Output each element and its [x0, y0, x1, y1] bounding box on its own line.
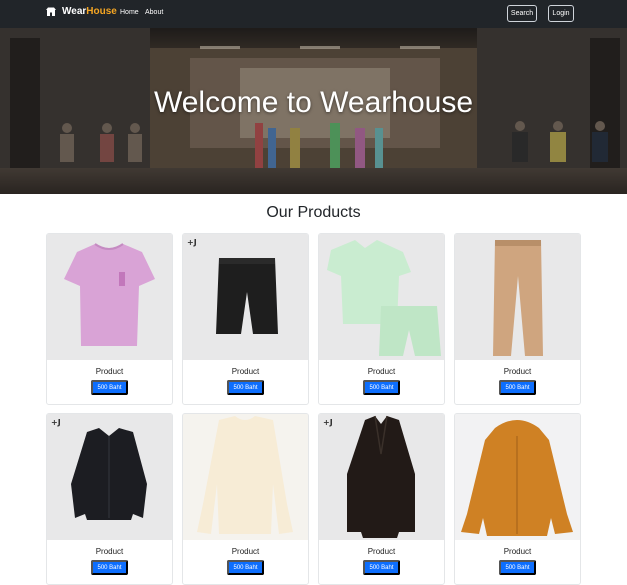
price-button[interactable]: 500 Baht	[227, 380, 264, 395]
product-card[interactable]: Product 500 Baht	[182, 413, 309, 585]
price-button[interactable]: 500 Baht	[227, 560, 264, 575]
navbar: WearHouse Home About Search Login	[0, 0, 627, 28]
price-button[interactable]: 500 Baht	[91, 560, 128, 575]
hero-title: Welcome to Wearhouse	[153, 86, 474, 119]
product-card[interactable]: +J Product 500 Baht	[46, 413, 173, 585]
product-name: Product	[367, 367, 396, 376]
product-image-black-coat[interactable]: +J	[319, 414, 444, 540]
brand-tag: +J	[51, 418, 61, 427]
product-card[interactable]: +J Product 500 Baht	[182, 233, 309, 405]
product-image-pink-tshirt[interactable]	[47, 234, 172, 360]
brand-tag: +J	[323, 418, 333, 427]
product-image-cream-sweater[interactable]	[183, 414, 308, 540]
brand-tag: +J	[187, 238, 197, 247]
product-name: Product	[367, 547, 396, 556]
search-button[interactable]: Search	[507, 5, 537, 22]
product-image-black-shirt-jacket[interactable]: +J	[47, 414, 172, 540]
product-card[interactable]: Product 500 Baht	[454, 413, 581, 585]
price-button[interactable]: 500 Baht	[499, 560, 536, 575]
product-name: Product	[231, 547, 260, 556]
product-name: Product	[95, 547, 124, 556]
product-name: Product	[503, 547, 532, 556]
store-icon	[46, 7, 56, 16]
price-button[interactable]: 500 Baht	[363, 380, 400, 395]
product-name: Product	[503, 367, 532, 376]
price-button[interactable]: 500 Baht	[91, 380, 128, 395]
product-card[interactable]: Product 500 Baht	[318, 233, 445, 405]
product-name: Product	[231, 367, 260, 376]
product-image-mint-pajama-set[interactable]	[319, 234, 444, 360]
brand-name-house: House	[86, 6, 117, 17]
price-button[interactable]: 500 Baht	[499, 380, 536, 395]
price-button[interactable]: 500 Baht	[363, 560, 400, 575]
brand-logo[interactable]: WearHouse	[46, 6, 117, 17]
brand-name-wear: Wear	[62, 6, 87, 17]
nav-link-home[interactable]: Home	[120, 9, 139, 16]
nav-link-about[interactable]: About	[145, 9, 163, 16]
product-image-orange-parka[interactable]	[455, 414, 580, 540]
product-name: Product	[95, 367, 124, 376]
hero-banner: Welcome to Wearhouse	[0, 28, 627, 194]
products-section-title: Our Products	[266, 204, 361, 221]
product-image-khaki-pants[interactable]	[455, 234, 580, 360]
product-card[interactable]: Product 500 Baht	[454, 233, 581, 405]
product-card[interactable]: Product 500 Baht	[46, 233, 173, 405]
product-card[interactable]: +J Product 500 Baht	[318, 413, 445, 585]
login-button[interactable]: Login	[548, 5, 574, 22]
product-image-black-shorts[interactable]: +J	[183, 234, 308, 360]
